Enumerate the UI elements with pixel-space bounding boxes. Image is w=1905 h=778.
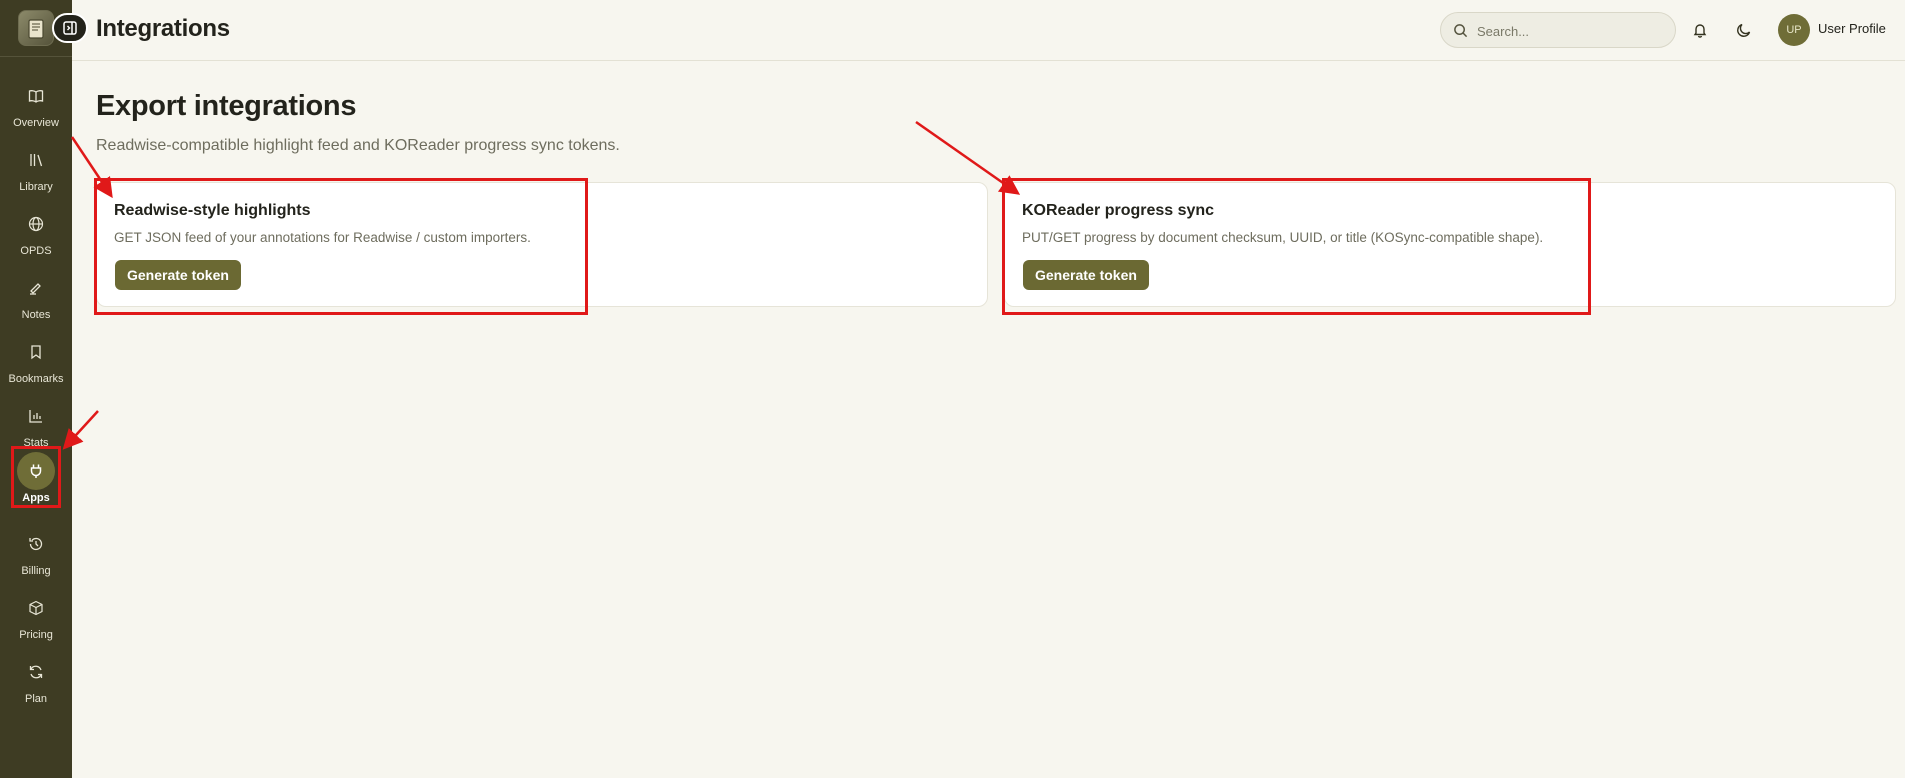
plug-icon: [17, 452, 55, 490]
pen-icon: [17, 269, 55, 307]
refresh-icon: [17, 653, 55, 691]
sidebar-collapse-icon: [63, 21, 77, 35]
avatar[interactable]: UP: [1778, 14, 1810, 46]
card-description: GET JSON feed of your annotations for Re…: [114, 230, 531, 245]
koreader-card: KOReader progress sync PUT/GET progress …: [1004, 182, 1896, 307]
bookmark-icon: [17, 333, 55, 371]
sidebar-item-label: Pricing: [19, 629, 53, 641]
section-title: Export integrations: [96, 90, 357, 122]
sidebar-item-label: Billing: [21, 565, 51, 577]
sidebar: Overview Library OPDS Notes Bookmarks St…: [0, 0, 88, 778]
sidebar-item-label: Plan: [24, 693, 48, 705]
section-subtitle: Readwise-compatible highlight feed and K…: [96, 137, 620, 154]
readwise-card: Readwise-style highlights GET JSON feed …: [96, 182, 988, 307]
sidebar-item-notes[interactable]: Notes: [0, 264, 72, 324]
profile-name[interactable]: User Profile: [1818, 21, 1886, 36]
sidebar-item-label: OPDS: [20, 245, 52, 257]
history-icon: [17, 525, 55, 563]
sidebar-item-apps[interactable]: Apps: [0, 447, 72, 507]
sidebar-item-label: Apps: [22, 492, 50, 504]
moon-icon: [1737, 23, 1751, 37]
page-title: Integrations: [96, 15, 230, 42]
sidebar-item-label: Library: [19, 181, 53, 193]
sidebar-item-plan[interactable]: Plan: [0, 648, 72, 708]
sidebar-item-label: Notes: [21, 309, 51, 321]
bar-chart-icon: [17, 397, 55, 435]
card-title: KOReader progress sync: [1022, 202, 1215, 219]
sidebar-item-label: Bookmarks: [8, 373, 64, 385]
search-icon: [1454, 24, 1468, 38]
sidebar-item-overview[interactable]: Overview: [0, 72, 72, 132]
generate-token-button[interactable]: Generate token: [1023, 260, 1149, 290]
card-title: Readwise-style highlights: [114, 202, 311, 219]
sidebar-item-bookmarks[interactable]: Bookmarks: [0, 328, 72, 388]
generate-token-button[interactable]: Generate token: [115, 260, 241, 290]
sidebar-item-label: Overview: [13, 117, 59, 129]
sidebar-collapse-button[interactable]: [52, 13, 88, 43]
sidebar-item-stats[interactable]: Stats: [0, 392, 72, 452]
search-input[interactable]: [1477, 21, 1663, 41]
search-box[interactable]: [1440, 12, 1676, 48]
card-description: PUT/GET progress by document checksum, U…: [1022, 230, 1544, 245]
sidebar-item-billing[interactable]: Billing: [0, 520, 72, 580]
theme-toggle-button[interactable]: [1730, 16, 1758, 44]
sidebar-divider: [0, 56, 72, 57]
bell-icon: [1693, 24, 1707, 38]
top-header: Integrations UP User Profile: [72, 0, 1905, 61]
sidebar-item-library[interactable]: Library: [0, 136, 72, 196]
box-icon: [17, 589, 55, 627]
sidebar-item-pricing[interactable]: Pricing: [0, 584, 72, 644]
book-logo-icon[interactable]: [18, 10, 54, 46]
notifications-button[interactable]: [1686, 16, 1714, 44]
sidebar-item-opds[interactable]: OPDS: [0, 200, 72, 260]
book-open-icon: [17, 77, 55, 115]
library-icon: [17, 141, 55, 179]
globe-icon: [17, 205, 55, 243]
